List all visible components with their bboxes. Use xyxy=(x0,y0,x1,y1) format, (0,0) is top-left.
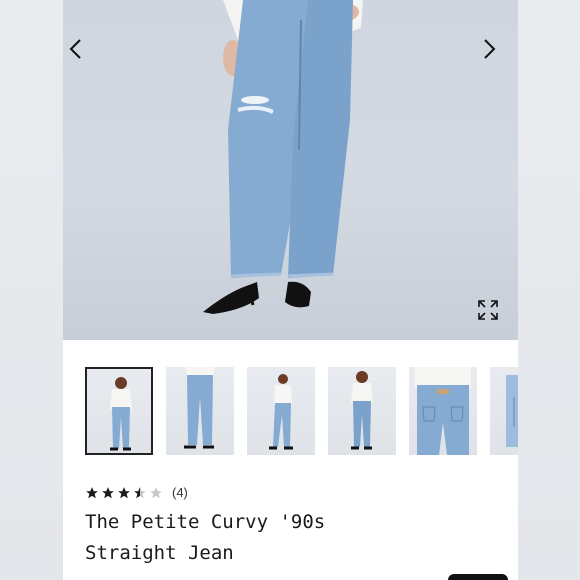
chevron-left-icon xyxy=(69,39,81,59)
thumbnail-1[interactable] xyxy=(85,367,153,455)
thumbnail-3[interactable] xyxy=(247,367,315,455)
star-filled-icon xyxy=(118,486,130,498)
floating-action-edge[interactable] xyxy=(448,574,508,580)
star-half-icon xyxy=(134,486,146,498)
star-filled-icon xyxy=(102,486,114,498)
page-margin-right xyxy=(517,0,580,580)
model-back-thumbnail xyxy=(351,371,373,450)
product-rating[interactable]: (4) xyxy=(85,485,188,500)
jeans-back-thumbnail xyxy=(415,367,471,455)
review-count[interactable]: (4) xyxy=(172,485,188,500)
thumbnail-6[interactable] xyxy=(490,367,518,455)
thumbnail-2[interactable] xyxy=(166,367,234,455)
jeans-detail-thumbnail xyxy=(506,375,518,447)
expand-image-button[interactable] xyxy=(473,295,503,325)
star-filled-icon xyxy=(86,486,98,498)
model-side-thumbnail xyxy=(269,374,293,450)
thumbnail-4[interactable] xyxy=(328,367,396,455)
thumbnail-strip xyxy=(83,367,518,457)
next-image-button[interactable] xyxy=(483,38,513,68)
previous-image-button[interactable] xyxy=(68,38,98,68)
chevron-right-icon xyxy=(484,39,496,59)
product-title-line-1: The Petite Curvy '90s xyxy=(85,511,326,533)
page-margin-left xyxy=(0,0,63,580)
star-rating xyxy=(85,486,163,500)
jeans-model-photo xyxy=(203,0,363,314)
main-product-image[interactable] xyxy=(63,0,518,340)
jeans-front-thumbnail xyxy=(184,367,214,449)
product-title-line-2: Straight Jean xyxy=(85,542,234,564)
product-page: (4) The Petite Curvy '90s Straight Jean xyxy=(63,0,518,580)
model-front-thumbnail xyxy=(110,377,132,451)
star-empty-icon xyxy=(150,486,162,498)
product-title: The Petite Curvy '90s Straight Jean xyxy=(85,507,505,569)
expand-icon xyxy=(478,300,498,320)
thumbnail-5[interactable] xyxy=(409,367,477,455)
